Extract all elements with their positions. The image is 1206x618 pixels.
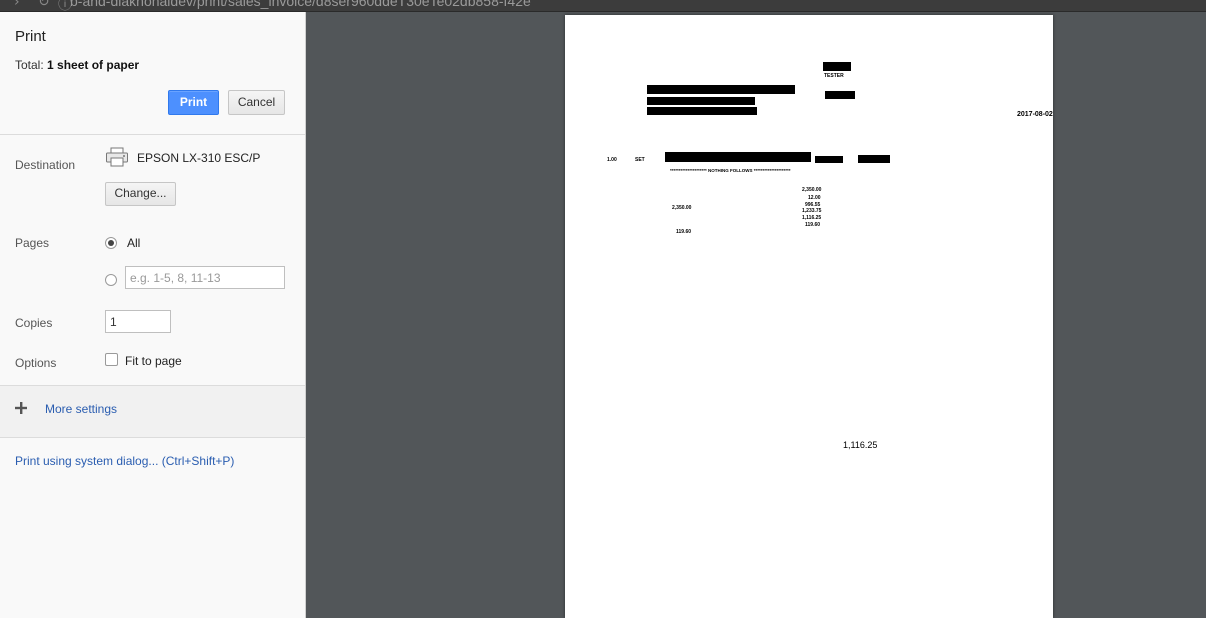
preview-left-amount: 2,350.00 [672, 205, 692, 211]
divider [0, 134, 305, 135]
redaction-block [647, 85, 795, 94]
more-settings-bar[interactable]: More settings [0, 385, 305, 438]
forward-icon[interactable]: › [14, 0, 20, 10]
pages-custom-radio[interactable] [105, 274, 117, 286]
preview-unit: SET [635, 157, 645, 163]
system-dialog-link[interactable]: Print using system dialog... (Ctrl+Shift… [15, 454, 234, 468]
copies-label: Copies [15, 316, 53, 330]
preview-amount: 2,350.00 [802, 187, 822, 193]
pages-all-radio[interactable] [105, 237, 117, 249]
redaction-block [647, 97, 755, 105]
print-button[interactable]: Print [168, 90, 219, 115]
change-destination-button[interactable]: Change... [105, 182, 176, 206]
preview-total: 1,116.25 [843, 440, 878, 450]
printer-name: EPSON LX-310 ESC/P [137, 151, 261, 165]
cancel-button[interactable]: Cancel [228, 90, 285, 115]
reload-icon[interactable]: ↻ [38, 0, 50, 10]
preview-nothing-follows: ********************* NOTHING FOLLOWS **… [670, 168, 791, 173]
copies-input[interactable]: 1 [105, 310, 171, 333]
print-preview-page: TESTER 2017-08-02 1.00 SET *************… [565, 15, 1053, 618]
summary-value: 1 sheet of paper [47, 58, 140, 72]
plus-icon[interactable] [15, 402, 27, 414]
print-settings-panel: Print Total: 1 sheet of paper Print Canc… [0, 12, 306, 618]
redaction-block [815, 156, 843, 163]
preview-amount: 119.60 [805, 222, 821, 228]
preview-amount: 1,116.25 [802, 215, 822, 221]
preview-qty: 1.00 [607, 157, 617, 163]
browser-toolbar: › ↻ ⓘ b-and-diaknonaidev/print/sales_inv… [0, 0, 1206, 12]
pages-custom-input[interactable]: e.g. 1-5, 8, 11-13 [125, 266, 285, 289]
preview-tester: TESTER [824, 73, 844, 79]
preview-amount: 1,233.75 [802, 208, 822, 214]
redaction-block [823, 62, 851, 71]
panel-title: Print [15, 28, 46, 45]
printer-icon [106, 147, 128, 167]
pages-label: Pages [15, 236, 50, 250]
preview-date: 2017-08-02 [1017, 111, 1053, 118]
fit-to-page-label: Fit to page [125, 354, 182, 368]
preview-left-amount: 119.60 [676, 229, 692, 235]
destination-label: Destination [15, 158, 76, 172]
more-settings-link[interactable]: More settings [45, 402, 117, 416]
redaction-block [858, 155, 890, 163]
sheet-summary: Total: 1 sheet of paper [15, 58, 139, 72]
redaction-block [665, 152, 811, 162]
options-label: Options [15, 356, 57, 370]
fit-to-page-checkbox[interactable] [105, 353, 118, 366]
summary-prefix: Total: [15, 58, 48, 72]
preview-amount: 12.00 [808, 195, 821, 201]
redaction-block [825, 91, 855, 99]
redaction-block [647, 107, 757, 115]
pages-all-label: All [127, 236, 141, 250]
address-bar[interactable]: b-and-diaknonaidev/print/sales_invoice/d… [70, 0, 531, 9]
